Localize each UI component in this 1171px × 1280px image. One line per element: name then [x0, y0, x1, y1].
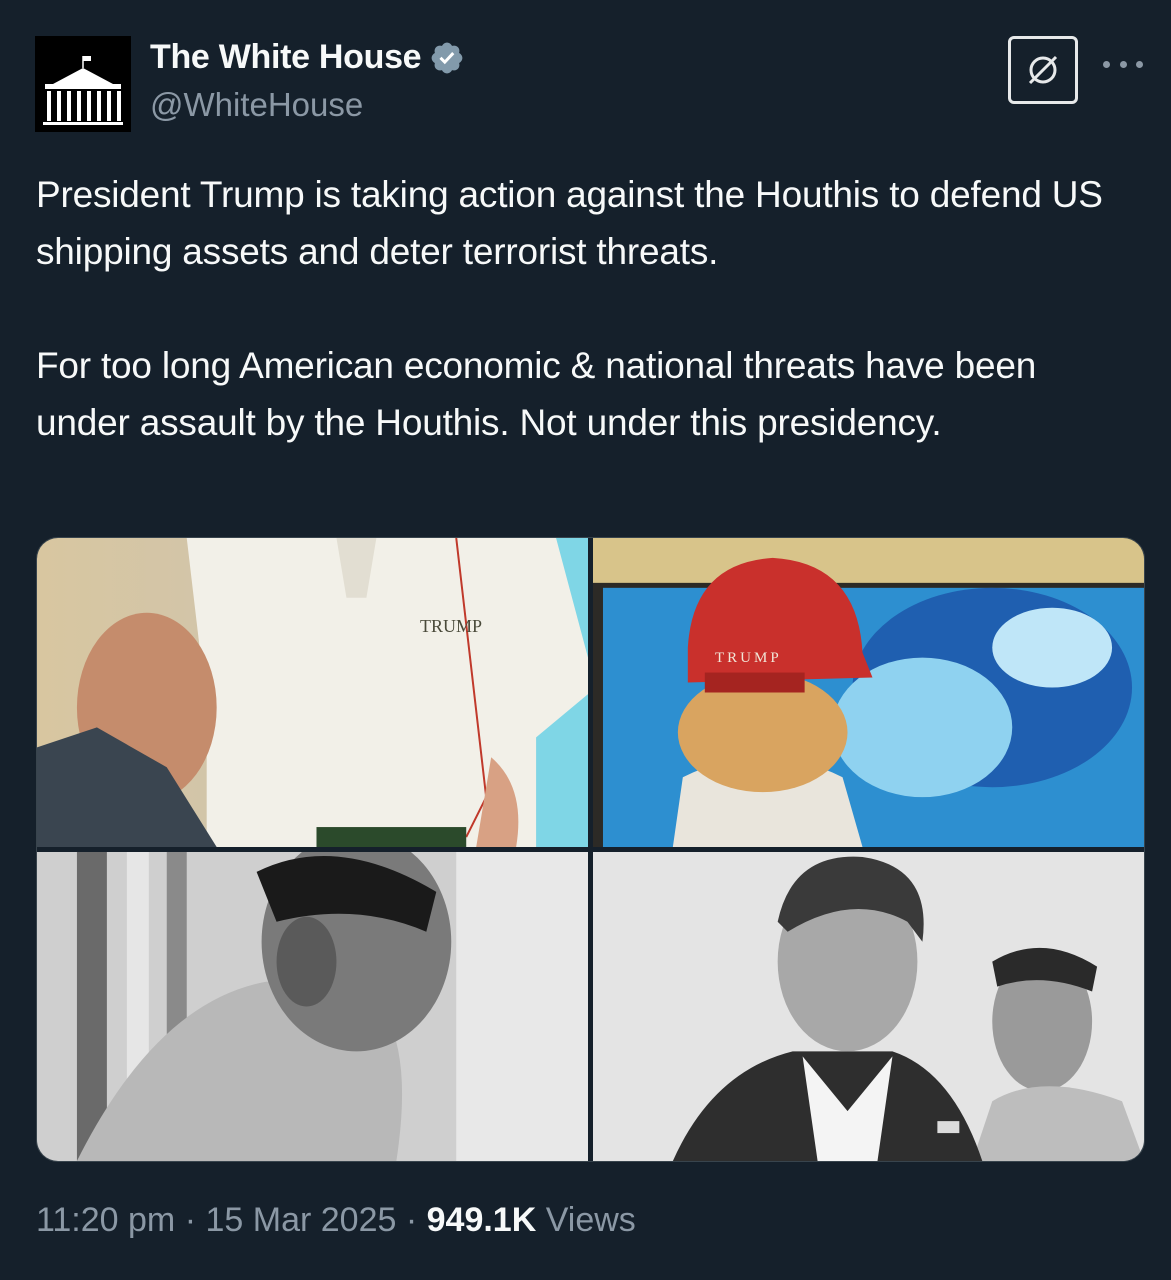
- media-photo-4[interactable]: [593, 852, 1144, 1161]
- author-handle[interactable]: @WhiteHouse: [150, 86, 363, 124]
- author-name[interactable]: The White House: [150, 38, 422, 77]
- views-count[interactable]: 949.1K: [427, 1201, 537, 1239]
- media-photo-3[interactable]: [37, 852, 588, 1161]
- white-house-logo-icon: [35, 36, 131, 132]
- tweet-date[interactable]: 15 Mar 2025: [205, 1201, 396, 1239]
- media-grid: TRUMP TRUMP: [36, 537, 1145, 1162]
- verified-badge-icon: [431, 42, 463, 73]
- grok-button[interactable]: [1008, 36, 1078, 104]
- tweet-paragraph-1: President Trump is taking action against…: [36, 174, 1103, 272]
- tweet-time[interactable]: 11:20 pm: [36, 1201, 175, 1239]
- tweet-meta: 11:20 pm · 15 Mar 2025 · 949.1K Views: [36, 1201, 636, 1240]
- more-options-icon[interactable]: [1103, 54, 1143, 74]
- views-label[interactable]: Views: [546, 1201, 636, 1239]
- meta-separator: ·: [184, 1201, 197, 1239]
- author-name-row[interactable]: The White House: [150, 38, 465, 77]
- media-photo-2[interactable]: TRUMP: [593, 538, 1144, 847]
- tweet-text: President Trump is taking action against…: [36, 166, 1136, 451]
- photo-1-shirt-text: TRUMP: [420, 616, 483, 636]
- media-photo-1[interactable]: TRUMP: [37, 538, 588, 847]
- grok-icon: [1028, 55, 1058, 85]
- photo-2-hat-text: TRUMP: [715, 650, 782, 666]
- avatar[interactable]: [35, 36, 131, 132]
- meta-separator-2: ·: [405, 1201, 418, 1239]
- tweet-paragraph-2: For too long American economic & nationa…: [36, 345, 1037, 443]
